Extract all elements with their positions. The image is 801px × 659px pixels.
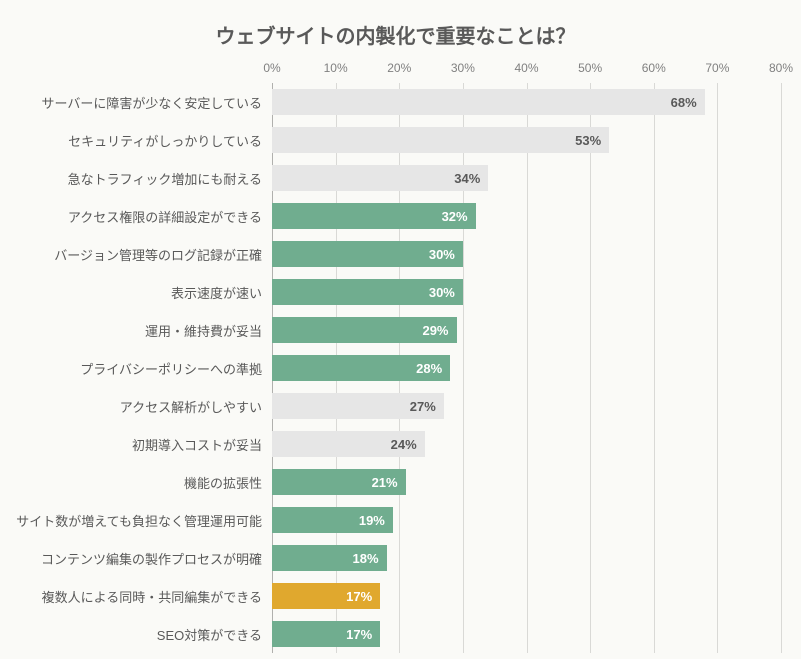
bar: 17% xyxy=(272,583,380,609)
bar-row: 27% xyxy=(272,387,781,425)
x-axis-ticks: 0%10%20%30%40%50%60%70%80% xyxy=(272,59,781,83)
bar-row: 34% xyxy=(272,159,781,197)
x-axis-tick: 60% xyxy=(642,61,666,75)
bar: 27% xyxy=(272,393,444,419)
category-label: バージョン管理等のログ記録が正確 xyxy=(10,235,272,273)
bar-row: 17% xyxy=(272,577,781,615)
bar-row: 32% xyxy=(272,197,781,235)
x-axis-tick: 20% xyxy=(387,61,411,75)
category-label: SEO対策ができる xyxy=(10,615,272,653)
bar-value-label: 30% xyxy=(429,241,455,267)
chart-title: ウェブサイトの内製化で重要なことは？ xyxy=(10,20,781,49)
x-axis-tick: 80% xyxy=(769,61,793,75)
category-label: 表示速度が速い xyxy=(10,273,272,311)
bars: 68% 53% 34% 32% 30% 30% 29% 28% 27% 24% 21% 19% 18% 1… xyxy=(272,83,781,653)
x-axis-tick: 70% xyxy=(705,61,729,75)
bar-row: 24% xyxy=(272,425,781,463)
plot-area: 0%10%20%30%40%50%60%70%80% 68%53%34%32%3… xyxy=(272,59,781,653)
bar-value-label: 30% xyxy=(429,279,455,305)
category-label: サイト数が増えても負担なく管理運用可能 xyxy=(10,501,272,539)
bar: 18% xyxy=(272,545,387,571)
bar-row: 30% xyxy=(272,235,781,273)
x-axis: 0%10%20%30%40%50%60%70%80% xyxy=(272,59,781,83)
bar-value-label: 18% xyxy=(352,545,378,571)
bar: 21% xyxy=(272,469,406,495)
bar-value-label: 27% xyxy=(410,393,436,419)
bar-value-label: 17% xyxy=(346,621,372,647)
category-label: 初期導入コストが妥当 xyxy=(10,425,272,463)
bar: 30% xyxy=(272,279,463,305)
bar: 19% xyxy=(272,507,393,533)
x-axis-tick: 50% xyxy=(578,61,602,75)
bar-row: 68% xyxy=(272,83,781,121)
x-axis-tick: 30% xyxy=(451,61,475,75)
category-label: 運用・維持費が妥当 xyxy=(10,311,272,349)
category-label: 複数人による同時・共同編集ができる xyxy=(10,577,272,615)
bar-row: 21% xyxy=(272,463,781,501)
bar-value-label: 68% xyxy=(671,89,697,115)
x-axis-tick: 0% xyxy=(263,61,280,75)
chart-container: ウェブサイトの内製化で重要なことは？ サーバーに障害が少なく安定しているセキュリ… xyxy=(0,0,801,659)
gridline xyxy=(781,83,782,653)
bar-row: 18% xyxy=(272,539,781,577)
bar-value-label: 24% xyxy=(391,431,417,457)
category-label: コンテンツ編集の製作プロセスが明確 xyxy=(10,539,272,577)
axis-spacer xyxy=(10,59,272,83)
bar-value-label: 19% xyxy=(359,507,385,533)
bar-value-label: 17% xyxy=(346,583,372,609)
category-label: 急なトラフィック増加にも耐える xyxy=(10,159,272,197)
bar-value-label: 28% xyxy=(416,355,442,381)
bar-row: 30% xyxy=(272,273,781,311)
bar: 34% xyxy=(272,165,488,191)
bar-value-label: 34% xyxy=(454,165,480,191)
bar-row: 17% xyxy=(272,615,781,653)
bar: 30% xyxy=(272,241,463,267)
grid-area: 68% 53% 34% 32% 30% 30% 29% 28% 27% 24% 21% 19% 18% 1… xyxy=(272,83,781,653)
bar: 24% xyxy=(272,431,425,457)
y-axis-labels: サーバーに障害が少なく安定しているセキュリティがしっかりしている急なトラフィック… xyxy=(10,59,272,653)
bar: 53% xyxy=(272,127,609,153)
bar: 68% xyxy=(272,89,705,115)
category-label: プライバシーポリシーへの準拠 xyxy=(10,349,272,387)
category-labels: サーバーに障害が少なく安定しているセキュリティがしっかりしている急なトラフィック… xyxy=(10,83,272,653)
chart-body: サーバーに障害が少なく安定しているセキュリティがしっかりしている急なトラフィック… xyxy=(10,59,781,653)
bar-value-label: 53% xyxy=(575,127,601,153)
bar: 17% xyxy=(272,621,380,647)
bar-row: 19% xyxy=(272,501,781,539)
x-axis-tick: 10% xyxy=(324,61,348,75)
bar: 29% xyxy=(272,317,457,343)
x-axis-tick: 40% xyxy=(514,61,538,75)
bar-row: 28% xyxy=(272,349,781,387)
category-label: アクセス解析がしやすい xyxy=(10,387,272,425)
bar-value-label: 32% xyxy=(442,203,468,229)
bar-value-label: 29% xyxy=(422,317,448,343)
category-label: アクセス権限の詳細設定ができる xyxy=(10,197,272,235)
bar-row: 53% xyxy=(272,121,781,159)
bar: 28% xyxy=(272,355,450,381)
bar-row: 29% xyxy=(272,311,781,349)
bar-value-label: 21% xyxy=(372,469,398,495)
category-label: サーバーに障害が少なく安定している xyxy=(10,83,272,121)
category-label: セキュリティがしっかりしている xyxy=(10,121,272,159)
category-label: 機能の拡張性 xyxy=(10,463,272,501)
bar: 32% xyxy=(272,203,476,229)
